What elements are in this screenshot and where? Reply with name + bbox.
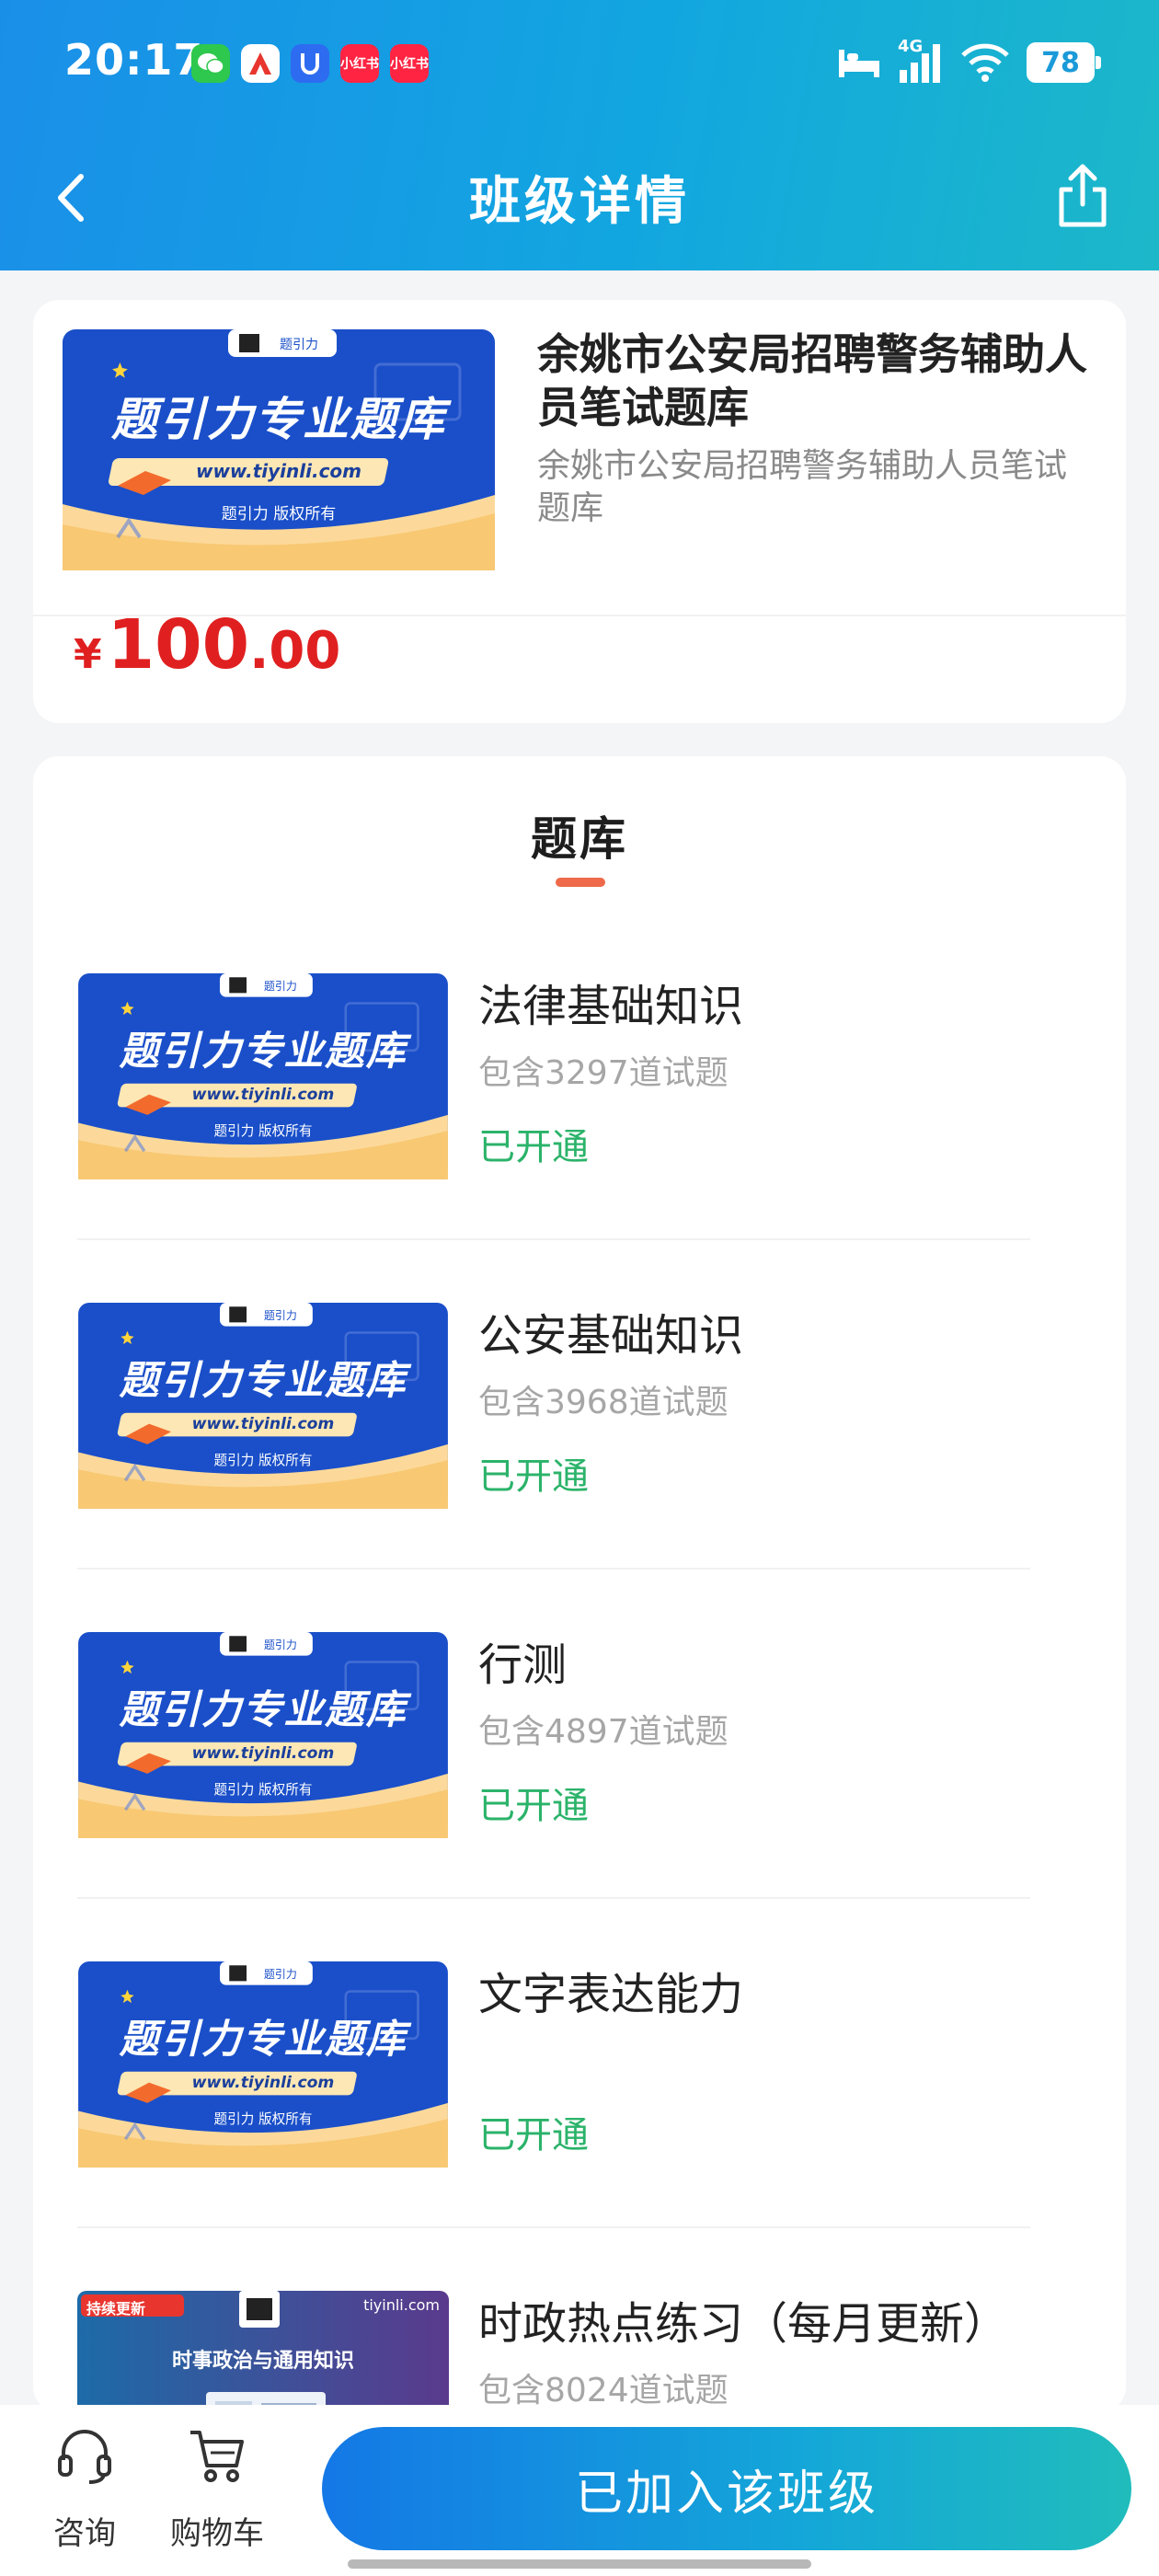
price-decimal: .00 xyxy=(249,621,341,681)
consult-button[interactable]: 咨询 xyxy=(37,2425,132,2552)
bank-name: 法律基础知识 xyxy=(478,981,744,1032)
status-time: 20:17 xyxy=(64,35,204,85)
exam-app-icon xyxy=(241,44,280,83)
share-button[interactable] xyxy=(1050,158,1115,232)
cover-brand: 题引力 xyxy=(263,1968,297,1982)
section-title-underline xyxy=(556,878,605,887)
cover-brand: 题引力 xyxy=(263,1309,297,1323)
section-title: 题库 xyxy=(531,812,628,866)
update-badge: 持续更新 xyxy=(86,2300,146,2317)
cover-copyright: 题引力 版权所有 xyxy=(221,505,337,523)
divider xyxy=(77,1897,1030,1899)
xiaohongshu-icon-2: 小红书 xyxy=(390,44,429,83)
cover-brand: 题引力 xyxy=(263,1639,297,1652)
cover-url: www.tiyinli.com xyxy=(191,2074,335,2093)
bank-name: 文字表达能力 xyxy=(478,1969,744,2020)
consult-label: 咨询 xyxy=(53,2515,116,2552)
header: 20:17 小红书 小红书 4G 78 班级详情 xyxy=(0,0,1159,270)
course-subtitle: 余姚市公安局招聘警务辅助人员笔试题库 xyxy=(537,447,1068,527)
bank-status: 已开通 xyxy=(478,1785,589,1827)
cover-copyright: 题引力 版权所有 xyxy=(213,1781,313,1798)
battery-indicator: 78 xyxy=(1027,42,1101,83)
cellular-signal-icon: 4G xyxy=(898,37,944,85)
status-indicators: 4G 78 xyxy=(837,37,1101,86)
status-bar: 20:17 小红书 小红书 4G 78 xyxy=(0,0,1159,129)
cover-copyright: 题引力 版权所有 xyxy=(213,2110,313,2127)
cover-brand: 题引力 xyxy=(263,980,297,994)
cover-headline: 题引力专业题库 xyxy=(119,2016,407,2063)
page-title: 班级详情 xyxy=(469,172,690,232)
joined-class-button[interactable]: 已加入该班级 xyxy=(322,2427,1131,2550)
divider xyxy=(77,1238,1030,1240)
shield-app-icon xyxy=(291,44,329,83)
headset-icon xyxy=(58,2430,111,2484)
bank-item[interactable]: 持续更新 tiyinli.com 时事政治与通用知识 时政热点练习（每月更新） … xyxy=(77,2291,1082,2412)
bank-cover-image: 题引力题引力专业题库 www.tiyinli.com 题引力 版权所有 xyxy=(77,1961,449,2168)
cart-label: 购物车 xyxy=(170,2515,264,2552)
cover-url: www.tiyinli.com xyxy=(191,1744,335,1764)
bank-cover-image: 题引力题引力专业题库 www.tiyinli.com 题引力 版权所有 xyxy=(77,1632,449,1838)
bank-cover-image: 题引力题引力专业题库 www.tiyinli.com 题引力 版权所有 xyxy=(77,1303,449,1509)
cover-headline: 题引力专业题库 xyxy=(119,1357,407,1404)
bank-status: 已开通 xyxy=(478,1126,589,1168)
price-currency: ¥ xyxy=(74,631,102,678)
divider xyxy=(77,1568,1030,1570)
bank-item[interactable]: 题引力题引力专业题库 www.tiyinli.com 题引力 版权所有 行测 包含4… xyxy=(77,1632,1082,1960)
bank-name: 时政热点练习（每月更新） xyxy=(478,2298,1009,2350)
bank-question-count: 包含3297道试题 xyxy=(478,1054,729,1092)
bank-cover-image: 题引力题引力专业题库 www.tiyinli.com 题引力 版权所有 xyxy=(77,973,449,1179)
bank-name: 行测 xyxy=(478,1639,568,1691)
bank-name: 公安基础知识 xyxy=(478,1310,744,1362)
bank-question-count: 包含3968道试题 xyxy=(478,1384,729,1421)
wechat-icon xyxy=(191,44,230,83)
course-title: 余姚市公安局招聘警务辅助人员笔试题库 xyxy=(537,329,1087,432)
cover-headline: 题引力专业题库 xyxy=(111,393,446,446)
cover-headline: 时事政治与通用知识 xyxy=(171,2350,354,2373)
cover-site: tiyinli.com xyxy=(363,2296,440,2314)
cover-brand: 题引力 xyxy=(280,338,318,352)
course-card: 题引力题引力专业题库 www.tiyinli.com 题引力 版权所有 余姚市公安局… xyxy=(33,300,1126,723)
cover-url: www.tiyinli.com xyxy=(195,460,362,482)
bank-status: 已开通 xyxy=(478,1455,589,1498)
bank-item[interactable]: 题引力题引力专业题库 www.tiyinli.com 题引力 版权所有 法律基础知识… xyxy=(77,973,1082,1301)
current-affairs-cover-image: 持续更新 tiyinli.com 时事政治与通用知识 xyxy=(77,2291,449,2412)
bank-item[interactable]: 题引力题引力专业题库 www.tiyinli.com 题引力 版权所有 公安基础知识… xyxy=(77,1303,1082,1630)
course-cover-image: 题引力题引力专业题库 www.tiyinli.com 题引力 版权所有 xyxy=(63,329,495,570)
xiaohongshu-icon: 小红书 xyxy=(340,44,379,83)
bed-icon xyxy=(839,50,879,77)
question-bank-section: 题库 题引力 题引力专业题库 www.tiyinli.com 题引力 版权所有 法律基… xyxy=(33,756,1126,2412)
price-integer: 100 xyxy=(107,605,250,684)
bank-question-count: 包含4897道试题 xyxy=(478,1713,729,1751)
share-icon xyxy=(1059,164,1107,227)
bank-status: 已开通 xyxy=(478,2114,589,2156)
cover-url: www.tiyinli.com xyxy=(191,1086,335,1105)
cart-icon xyxy=(190,2431,244,2482)
bank-item[interactable]: 题引力题引力专业题库 www.tiyinli.com 题引力 版权所有 文字表达能力… xyxy=(77,1961,1082,2289)
wifi-icon xyxy=(961,43,1009,82)
home-indicator[interactable] xyxy=(348,2559,811,2569)
cover-url: www.tiyinli.com xyxy=(191,1415,335,1434)
divider xyxy=(77,2226,1030,2228)
cart-button[interactable]: 购物车 xyxy=(162,2425,272,2552)
cover-copyright: 题引力 版权所有 xyxy=(213,1452,313,1468)
cover-headline: 题引力专业题库 xyxy=(119,1028,407,1075)
course-price: ¥ 100 .00 xyxy=(74,605,340,707)
cover-copyright: 题引力 版权所有 xyxy=(213,1122,313,1139)
cover-headline: 题引力专业题库 xyxy=(119,1686,407,1733)
